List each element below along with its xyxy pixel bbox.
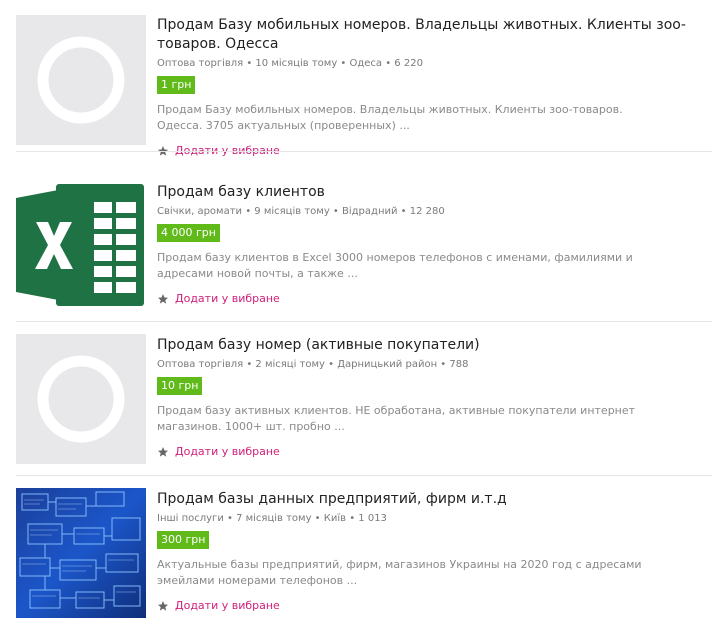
add-to-favorites-button[interactable]: Додати у вибране bbox=[157, 445, 700, 458]
star-icon bbox=[158, 293, 168, 304]
add-to-favorites-label: Додати у вибране bbox=[175, 599, 280, 612]
price-badge: 300 грн bbox=[157, 531, 210, 549]
listing-description: Актуальные базы предприятий, фирм, магаз… bbox=[157, 558, 642, 587]
divider bbox=[16, 151, 712, 152]
price-badge: 1 грн bbox=[157, 76, 196, 94]
listing-title[interactable]: Продам базу номер (активные покупатели) bbox=[157, 336, 700, 355]
price-badge: 4 000 грн bbox=[157, 224, 220, 242]
listing-meta: Оптова торгівля • 10 місяців тому • Одес… bbox=[157, 58, 423, 69]
placeholder-icon bbox=[16, 334, 146, 464]
price-badge: 10 грн bbox=[157, 377, 203, 395]
listing-thumbnail-database[interactable] bbox=[16, 488, 146, 618]
placeholder-icon bbox=[16, 15, 146, 145]
listing-thumbnail-excel[interactable] bbox=[16, 180, 146, 310]
listing-item[interactable]: Продам базу номер (активные покупатели) … bbox=[0, 322, 712, 476]
listing-thumbnail-placeholder[interactable] bbox=[16, 334, 146, 464]
listing-item[interactable]: Продам базы данных предприятий, фирм и.т… bbox=[0, 476, 712, 626]
star-icon bbox=[158, 446, 168, 457]
add-to-favorites-label: Додати у вибране bbox=[175, 292, 280, 305]
star-icon bbox=[158, 600, 168, 611]
listing-description: Продам базу клиентов в Excel 3000 номеро… bbox=[157, 251, 633, 280]
listing-meta: Інші послуги • 7 місяців тому • Київ • 1… bbox=[157, 513, 387, 524]
add-to-favorites-button[interactable]: Додати у вибране bbox=[157, 292, 700, 305]
listing-title[interactable]: Продам базу клиентов bbox=[157, 183, 700, 202]
excel-logo-icon bbox=[16, 180, 146, 310]
add-to-favorites-label: Додати у вибране bbox=[175, 445, 280, 458]
listing-title[interactable]: Продам базы данных предприятий, фирм и.т… bbox=[157, 490, 700, 509]
listing-item[interactable]: Продам базу клиентов Свічки, аромати • 9… bbox=[0, 168, 712, 322]
listing-thumbnail-placeholder[interactable] bbox=[16, 15, 146, 145]
listing-meta: Свічки, аромати • 9 місяців тому • Відра… bbox=[157, 206, 445, 217]
listing-item[interactable]: Продам Базу мобильных номеров. Владельцы… bbox=[0, 0, 712, 157]
listing-title[interactable]: Продам Базу мобильных номеров. Владельцы… bbox=[157, 16, 700, 54]
listing-description: Продам Базу мобильных номеров. Владельцы… bbox=[157, 103, 623, 132]
database-diagram-icon bbox=[16, 488, 146, 618]
listing-list: Продам Базу мобильных номеров. Владельцы… bbox=[0, 0, 712, 630]
listing-meta: Оптова торгівля • 2 місяці тому • Дарниц… bbox=[157, 359, 469, 370]
add-to-favorites-button[interactable]: Додати у вибране bbox=[157, 599, 700, 612]
listing-description: Продам базу активных клиентов. НЕ обрабо… bbox=[157, 404, 636, 433]
